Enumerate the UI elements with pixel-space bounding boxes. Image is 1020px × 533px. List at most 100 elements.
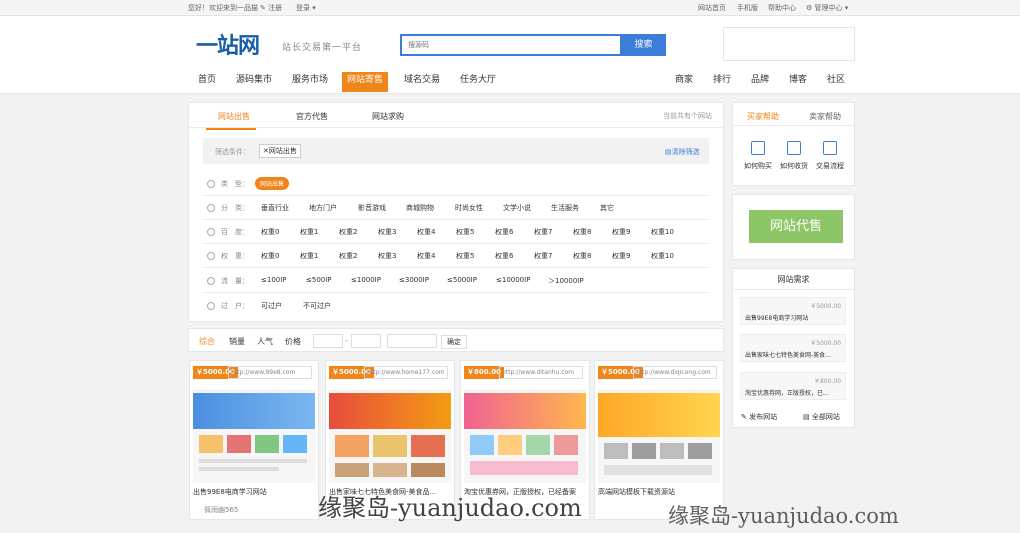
- site-card[interactable]: ￥5000.00 http://www.99e8.com 出售99E8电商学习网…: [189, 360, 319, 520]
- card-seller[interactable]: 佩雨幽565: [204, 505, 238, 515]
- help-trade-process[interactable]: 交易流程: [815, 141, 845, 171]
- price-confirm-button[interactable]: 确定: [441, 335, 467, 349]
- card-title[interactable]: 出售99E8电商学习网站: [193, 487, 317, 497]
- link-admin[interactable]: ⚙ 管理中心 ▾: [806, 3, 848, 13]
- link-mobile[interactable]: 手机版: [737, 3, 758, 13]
- card-url[interactable]: http://www.ditanhu.com: [499, 366, 583, 379]
- baidu-option[interactable]: 权重2: [339, 227, 357, 237]
- tab-site-sale[interactable]: 网站出售: [218, 111, 250, 122]
- nav-ranking[interactable]: 排行: [708, 72, 736, 92]
- site-consign-button[interactable]: 网站代售: [749, 210, 843, 243]
- category-option[interactable]: 商城购物: [406, 203, 434, 213]
- publish-site-link[interactable]: ✎ 发布网站: [741, 412, 777, 422]
- sort-popularity[interactable]: 人气: [257, 336, 273, 347]
- card-screenshot[interactable]: [598, 383, 720, 483]
- baidu-option[interactable]: 权重6: [495, 227, 513, 237]
- weight-option[interactable]: 权重3: [378, 251, 396, 261]
- card-url[interactable]: http://www.diqiceng.com: [633, 366, 717, 379]
- category-option[interactable]: 时尚女性: [455, 203, 483, 213]
- baidu-option[interactable]: 权重3: [378, 227, 396, 237]
- traffic-option[interactable]: ≤3000IP: [399, 276, 429, 284]
- nav-brand[interactable]: 品牌: [746, 72, 774, 92]
- baidu-option[interactable]: 权重1: [300, 227, 318, 237]
- request-item[interactable]: ￥800.00 淘宝优惠券网，正版授权，已...: [740, 372, 846, 400]
- request-item[interactable]: ￥5000.00 出售家味七七特色美食网-美食...: [740, 334, 846, 362]
- weight-option[interactable]: 权重5: [456, 251, 474, 261]
- nav-service-market[interactable]: 服务市场: [287, 72, 333, 92]
- price-extra-input[interactable]: [387, 334, 437, 348]
- tab-buyer-help[interactable]: 买家帮助: [747, 111, 779, 122]
- category-option[interactable]: 地方门户: [309, 203, 337, 213]
- weight-option[interactable]: 权重9: [612, 251, 630, 261]
- weight-option[interactable]: 权重8: [573, 251, 591, 261]
- nav-domain-trade[interactable]: 域名交易: [399, 72, 445, 92]
- filter-chip[interactable]: ✕网站出售: [259, 144, 301, 158]
- info-icon: [207, 204, 215, 212]
- card-screenshot[interactable]: [193, 383, 315, 483]
- card-screenshot[interactable]: [329, 383, 451, 483]
- nav-source-market[interactable]: 源码集市: [231, 72, 277, 92]
- baidu-option[interactable]: 权重8: [573, 227, 591, 237]
- sort-sales[interactable]: 销量: [229, 336, 245, 347]
- search-button[interactable]: 搜索: [621, 34, 666, 56]
- tab-seller-help[interactable]: 卖家帮助: [809, 111, 841, 122]
- tab-official-consign[interactable]: 官方代售: [296, 111, 328, 122]
- sort-price[interactable]: 价格: [285, 336, 301, 347]
- traffic-option[interactable]: ＞10000IP: [548, 276, 584, 286]
- search-input[interactable]: [402, 36, 620, 54]
- register-link[interactable]: ✎ 注册: [260, 3, 282, 13]
- card-title[interactable]: 高端网站模板下载资源站: [598, 487, 722, 497]
- baidu-option[interactable]: 权重9: [612, 227, 630, 237]
- link-help[interactable]: 帮助中心: [768, 3, 796, 13]
- site-logo[interactable]: 一站网: [196, 28, 260, 60]
- link-home[interactable]: 网站首页: [698, 3, 726, 13]
- price-max-input[interactable]: [351, 334, 381, 348]
- filter-row-type: 类 型： 网站出售: [203, 172, 709, 196]
- category-option[interactable]: 垂直行业: [261, 203, 289, 213]
- help-how-to-buy[interactable]: 如何购买: [743, 141, 773, 171]
- traffic-option[interactable]: ≤100IP: [261, 276, 287, 284]
- nav-community[interactable]: 社区: [822, 72, 850, 92]
- baidu-option[interactable]: 权重4: [417, 227, 435, 237]
- site-card[interactable]: ￥5000.00 http://www.diqiceng.com 高端网站模板下…: [594, 360, 724, 520]
- baidu-option[interactable]: 权重5: [456, 227, 474, 237]
- weight-option[interactable]: 权重6: [495, 251, 513, 261]
- weight-option[interactable]: 权重7: [534, 251, 552, 261]
- baidu-option[interactable]: 权重10: [651, 227, 674, 237]
- category-option[interactable]: 生活服务: [551, 203, 579, 213]
- all-sites-link[interactable]: ▤ 全部网站: [803, 412, 840, 422]
- tab-site-wanted[interactable]: 网站求购: [372, 111, 404, 122]
- category-option[interactable]: 其它: [600, 203, 614, 213]
- weight-option[interactable]: 权重10: [651, 251, 674, 261]
- sort-comprehensive[interactable]: 综合: [199, 336, 215, 347]
- category-option[interactable]: 影音游戏: [358, 203, 386, 213]
- weight-option[interactable]: 权重4: [417, 251, 435, 261]
- login-link[interactable]: 登录 ▾: [296, 3, 316, 13]
- transfer-option[interactable]: 不可过户: [303, 301, 331, 311]
- nav-home[interactable]: 首页: [193, 72, 221, 92]
- traffic-option[interactable]: ≤5000IP: [447, 276, 477, 284]
- filter-row-weight: 权 重： 权重0 权重1 权重2 权重3 权重4 权重5 权重6 权重7 权重8…: [203, 244, 709, 268]
- price-min-input[interactable]: [313, 334, 343, 348]
- baidu-option[interactable]: 权重0: [261, 227, 279, 237]
- clear-filter-link[interactable]: ▤清除筛选: [665, 147, 700, 157]
- transfer-option[interactable]: 可过户: [261, 301, 282, 311]
- traffic-option[interactable]: ≤10000IP: [496, 276, 530, 284]
- weight-option[interactable]: 权重1: [300, 251, 318, 261]
- help-how-to-receive[interactable]: 如何收货: [779, 141, 809, 171]
- nav-blog[interactable]: 博客: [784, 72, 812, 92]
- weight-option[interactable]: 权重0: [261, 251, 279, 261]
- weight-option[interactable]: 权重2: [339, 251, 357, 261]
- type-option-sale[interactable]: 网站出售: [255, 177, 290, 190]
- nav-merchants[interactable]: 商家: [670, 72, 698, 92]
- traffic-option[interactable]: ≤500IP: [306, 276, 332, 284]
- card-url[interactable]: http://www.home177.com: [364, 366, 448, 379]
- baidu-option[interactable]: 权重7: [534, 227, 552, 237]
- card-url[interactable]: http://www.99e8.com: [228, 366, 312, 379]
- request-item[interactable]: ￥5000.00 出售99E8电商学习网站: [740, 297, 846, 325]
- category-option[interactable]: 文学小说: [503, 203, 531, 213]
- card-screenshot[interactable]: [464, 383, 586, 483]
- nav-site-consign[interactable]: 网站寄售: [342, 72, 389, 92]
- nav-task-hall[interactable]: 任务大厅: [455, 72, 501, 92]
- traffic-option[interactable]: ≤1000IP: [351, 276, 381, 284]
